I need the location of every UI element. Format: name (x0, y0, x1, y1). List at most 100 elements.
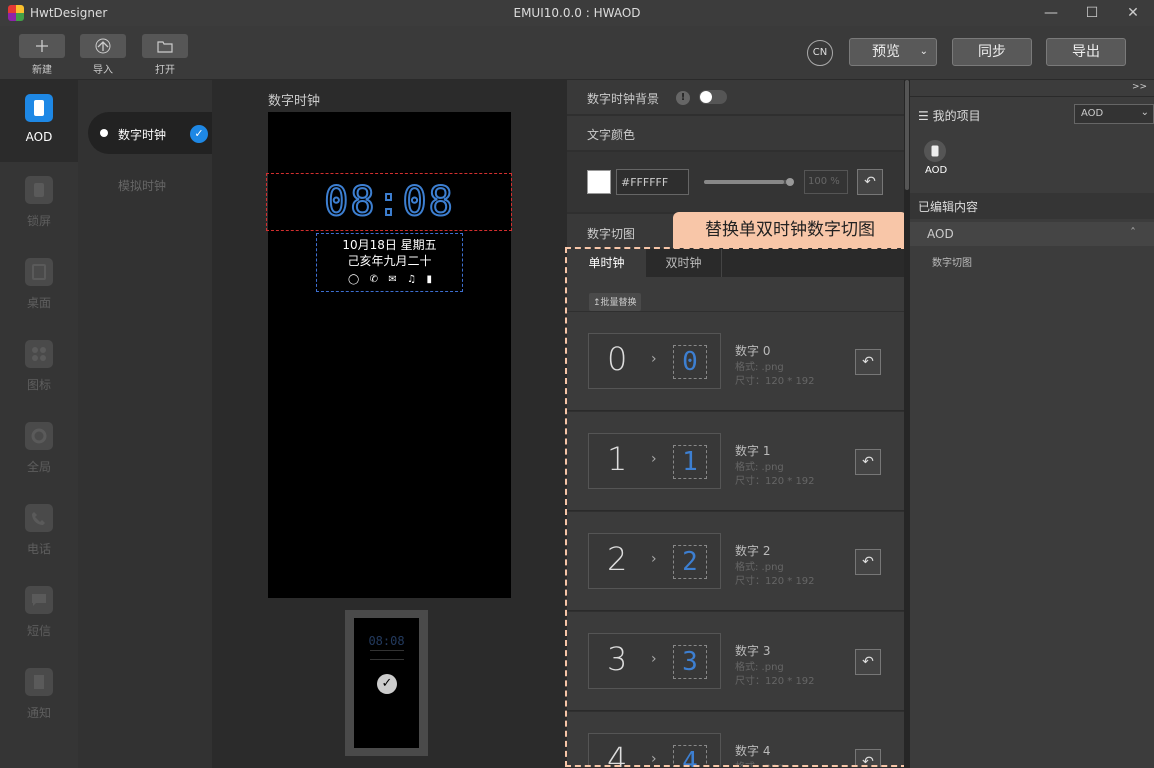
import-icon (80, 34, 126, 58)
color-swatch[interactable] (587, 170, 611, 194)
nav-item-notify[interactable]: 通知 (0, 668, 78, 721)
project-phone-icon[interactable] (924, 140, 946, 162)
open-label: 打开 (155, 65, 175, 76)
my-projects-label: 我的项目 (932, 109, 981, 123)
maximize-button[interactable]: ☐ (1071, 0, 1113, 26)
digit-card[interactable]: 1 › 1 (588, 433, 721, 489)
subnav-label: 数字时钟 (118, 128, 167, 142)
project-item-label[interactable]: AOD (925, 165, 947, 176)
nav-label: 短信 (26, 624, 51, 638)
nav-item-global[interactable]: 全局 (0, 422, 78, 475)
collapse-button[interactable]: >> (1132, 82, 1147, 92)
chevron-right-icon: › (651, 451, 657, 467)
nav-item-phone[interactable]: 电话 (0, 504, 78, 557)
subnav-item-analog-clock[interactable]: 模拟时钟 (118, 177, 166, 194)
undo-button[interactable]: ↶ (855, 749, 881, 767)
undo-button[interactable]: ↶ (855, 449, 881, 475)
nav-item-lock[interactable]: 锁屏 (0, 176, 78, 229)
digit-image[interactable]: 0 (673, 345, 707, 379)
digit-card[interactable]: 2 › 2 (588, 533, 721, 589)
digit-card[interactable]: 3 › 3 (588, 633, 721, 689)
chevron-down-icon: ⌄ (919, 46, 928, 57)
nav-item-aod[interactable]: AOD (0, 94, 78, 144)
digit-size: 尺寸：120 * 192 (735, 476, 815, 487)
export-button[interactable]: 导出 (1046, 38, 1126, 66)
undo-icon: ↶ (864, 174, 876, 190)
slider-handle[interactable] (786, 178, 794, 186)
digit-format: 格式: .png (735, 562, 784, 573)
new-button[interactable]: 新建 (19, 34, 65, 76)
language-button[interactable]: CN (807, 40, 833, 66)
undo-button[interactable]: ↶ (855, 549, 881, 575)
digit-size: 尺寸：120 * 192 (735, 676, 815, 687)
digit-number: 1 (607, 440, 628, 478)
import-label: 导入 (93, 65, 113, 76)
digit-title: 数字 0 (735, 344, 771, 358)
nav-item-sms[interactable]: 短信 (0, 586, 78, 639)
digit-image[interactable]: 1 (673, 445, 707, 479)
digit-title: 数字 1 (735, 444, 771, 458)
message-icon: ◯ (348, 273, 360, 285)
opacity-fill (704, 180, 784, 184)
edited-item-label[interactable]: 数字切图 (932, 254, 972, 269)
digit-number: 2 (607, 540, 628, 578)
toggle-knob (700, 91, 712, 103)
nav-label: 图标 (26, 378, 51, 392)
nav-label: 桌面 (26, 296, 51, 310)
digit-glyph: 4 (682, 747, 698, 768)
project-select[interactable]: AOD ⌄ (1074, 104, 1154, 124)
sync-button[interactable]: 同步 (952, 38, 1032, 66)
import-button[interactable]: 导入 (80, 34, 126, 76)
digit-row: 4 › 4 数字 4 格式: .png ↶ (567, 712, 904, 768)
list-icon: ☰ (918, 109, 929, 123)
lock-icon (25, 176, 53, 204)
scrollbar-thumb[interactable] (905, 80, 909, 190)
digit-image[interactable]: 2 (673, 545, 707, 579)
opacity-slider[interactable] (704, 178, 794, 186)
window-title: EMUI10.0.0 : HWAOD (513, 6, 641, 20)
mail-icon: ✉ (388, 273, 397, 285)
check-circle-icon: ✓ (377, 674, 397, 694)
notification-icon (25, 668, 53, 696)
bg-toggle[interactable] (699, 90, 727, 104)
notification-icons-row: ◯ ✆ ✉ ♫ ▮ (348, 272, 432, 286)
color-hex-input[interactable]: #FFFFFF (616, 169, 689, 195)
canvas-title: 数字时钟 (268, 94, 321, 109)
bg-label: 数字时钟背景 (587, 92, 660, 106)
digit-image[interactable]: 4 (673, 745, 707, 768)
preview-dropdown[interactable]: 预览 ⌄ (849, 38, 937, 66)
nav-label: 电话 (26, 542, 51, 556)
chevron-up-icon: ˆ (1130, 226, 1136, 240)
message-icon (25, 586, 53, 614)
minimize-button[interactable]: — (1030, 0, 1072, 26)
tab-dual-clock[interactable]: 双时钟 (646, 249, 722, 277)
digit-row: 2 › 2 数字 2 格式: .png 尺寸：120 * 192 ↶ (567, 512, 904, 611)
grid-icon (25, 340, 53, 368)
nav-item-icons[interactable]: 图标 (0, 340, 78, 393)
digit-image[interactable]: 3 (673, 645, 707, 679)
lunar-line: 己亥年九月二十 (347, 254, 432, 268)
plus-icon (19, 34, 65, 58)
right-panel (910, 80, 1154, 768)
batch-replace-button[interactable]: ↥批量替换 (589, 293, 641, 311)
nav-item-desktop[interactable]: 桌面 (0, 258, 78, 311)
nav-label: AOD (25, 130, 53, 144)
close-button[interactable]: ✕ (1112, 0, 1154, 26)
open-button[interactable]: 打开 (142, 34, 188, 76)
digit-glyph: 0 (682, 347, 698, 377)
nav-label: 全局 (26, 460, 51, 474)
digit-card[interactable]: 4 › 4 (588, 733, 721, 768)
undo-button[interactable]: ↶ (855, 649, 881, 675)
digit-card[interactable]: 0 › 0 (588, 333, 721, 389)
digit-format: 格式: .png (735, 462, 784, 473)
tab-single-clock[interactable]: 单时钟 (567, 249, 646, 277)
opacity-input[interactable]: 100 % (804, 170, 848, 194)
undo-button[interactable]: ↶ (855, 349, 881, 375)
undo-button[interactable]: ↶ (857, 169, 883, 195)
phone-icon (25, 94, 53, 122)
text-color-label: 文字颜色 (587, 128, 636, 142)
digit-number: 4 (607, 740, 628, 768)
digit-glyph: 3 (682, 647, 698, 677)
thumbnail-text-lines (370, 650, 404, 660)
info-icon: ! (676, 91, 690, 105)
